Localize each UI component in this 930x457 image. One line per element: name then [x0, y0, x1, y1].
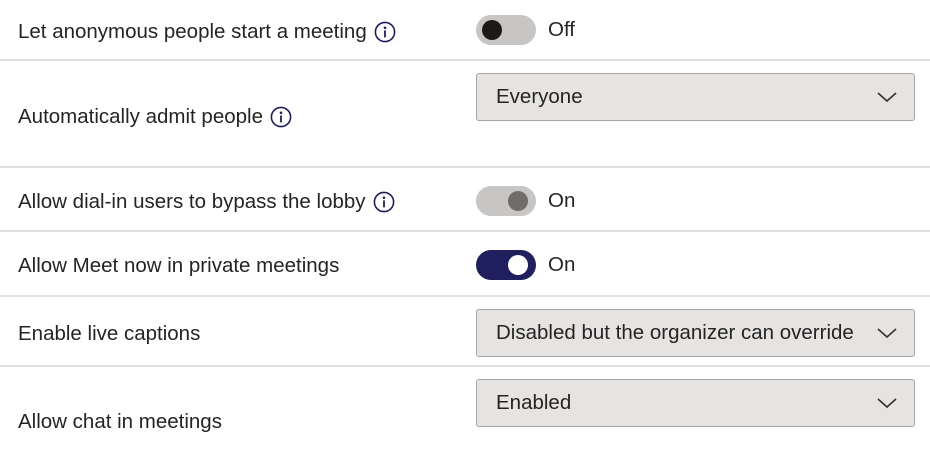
dial-in-bypass-toggle[interactable]: On: [476, 186, 575, 216]
toggle-track[interactable]: [476, 250, 536, 280]
meet-now-toggle[interactable]: On: [476, 250, 575, 280]
chevron-down-icon: [877, 328, 897, 339]
setting-label-text: Allow chat in meetings: [18, 410, 222, 433]
toggle-knob: [508, 255, 528, 275]
setting-label-text: Let anonymous people start a meeting: [18, 20, 367, 43]
toggle-track[interactable]: [476, 186, 536, 216]
chat-dropdown[interactable]: Enabled: [476, 379, 915, 427]
row-divider: [0, 59, 930, 61]
row-divider: [0, 365, 930, 367]
toggle-state-label: On: [548, 189, 576, 212]
dropdown-value: Enabled: [496, 391, 572, 414]
row-divider: [0, 230, 930, 232]
toggle-knob: [482, 20, 502, 40]
row-divider: [0, 295, 930, 297]
anonymous-start-toggle[interactable]: Off: [476, 15, 575, 45]
setting-label-auto-admit: Automatically admit people: [18, 103, 292, 131]
setting-label-meet-now: Allow Meet now in private meetings: [18, 252, 339, 280]
live-captions-dropdown[interactable]: Disabled but the organizer can override: [476, 309, 915, 357]
toggle-knob: [508, 191, 528, 211]
setting-label-anonymous-start: Let anonymous people start a meeting: [18, 18, 396, 46]
dropdown-value: Everyone: [496, 85, 583, 108]
setting-label-live-captions: Enable live captions: [18, 320, 200, 348]
dropdown-value: Disabled but the organizer can override: [496, 321, 854, 344]
toggle-state-label: On: [548, 253, 576, 276]
setting-label-chat: Allow chat in meetings: [18, 408, 222, 436]
setting-label-text: Enable live captions: [18, 322, 201, 345]
setting-label-text: Allow Meet now in private meetings: [18, 254, 340, 277]
chevron-down-icon: [877, 92, 897, 103]
setting-label-dial-in-bypass: Allow dial-in users to bypass the lobby: [18, 188, 395, 216]
toggle-state-label: Off: [548, 18, 575, 41]
auto-admit-dropdown[interactable]: Everyone: [476, 73, 915, 121]
setting-label-text: Automatically admit people: [18, 105, 263, 128]
chevron-down-icon: [877, 398, 897, 409]
toggle-track[interactable]: [476, 15, 536, 45]
row-divider: [0, 166, 930, 168]
info-icon[interactable]: [270, 106, 292, 128]
setting-label-text: Allow dial-in users to bypass the lobby: [18, 190, 366, 213]
info-icon[interactable]: [373, 191, 395, 213]
info-icon[interactable]: [374, 21, 396, 43]
